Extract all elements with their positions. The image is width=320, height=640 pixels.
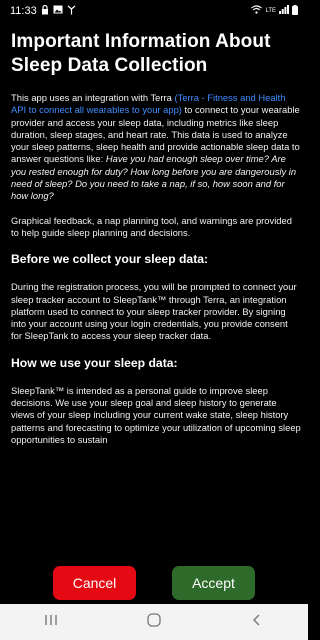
wifi-icon <box>251 5 263 17</box>
dialog-buttons: Cancel Accept <box>0 566 308 602</box>
consent-content[interactable]: Important Information About Sleep Data C… <box>0 22 308 570</box>
back-icon <box>252 613 262 631</box>
section-body-before-collect: During the registration process, you wil… <box>11 281 297 342</box>
recents-icon <box>44 613 58 631</box>
intro-paragraph: This app uses an integration with Terra … <box>11 92 301 203</box>
lock-icon <box>41 4 49 18</box>
recents-button[interactable] <box>21 604 81 640</box>
section-heading-how-we-use: How we use your sleep data: <box>11 355 178 370</box>
status-bar: 11:33 LTE <box>0 0 308 22</box>
status-right: LTE <box>251 4 298 18</box>
home-icon <box>147 612 161 632</box>
section-heading-before-collect: Before we collect your sleep data: <box>11 252 209 267</box>
clock: 11:33 <box>10 5 37 17</box>
home-button[interactable] <box>124 604 184 640</box>
battery-icon <box>292 4 298 18</box>
antenna-icon <box>67 5 76 18</box>
cancel-button[interactable]: Cancel <box>53 566 136 600</box>
status-left: 11:33 <box>10 4 76 18</box>
image-icon <box>53 5 63 17</box>
dialog-title: Important Information About Sleep Data C… <box>11 31 271 76</box>
navigation-bar <box>0 604 308 640</box>
signal-icon <box>279 5 289 17</box>
accept-button[interactable]: Accept <box>172 566 255 600</box>
intro-text-start: This app uses an integration with Terra <box>11 92 175 103</box>
back-button[interactable] <box>227 604 287 640</box>
feedback-paragraph: Graphical feedback, a nap planning tool,… <box>11 214 292 238</box>
section-body-how-we-use: SleepTank™ is intended as a personal gui… <box>11 384 301 445</box>
signal-label: LTE <box>265 8 276 14</box>
